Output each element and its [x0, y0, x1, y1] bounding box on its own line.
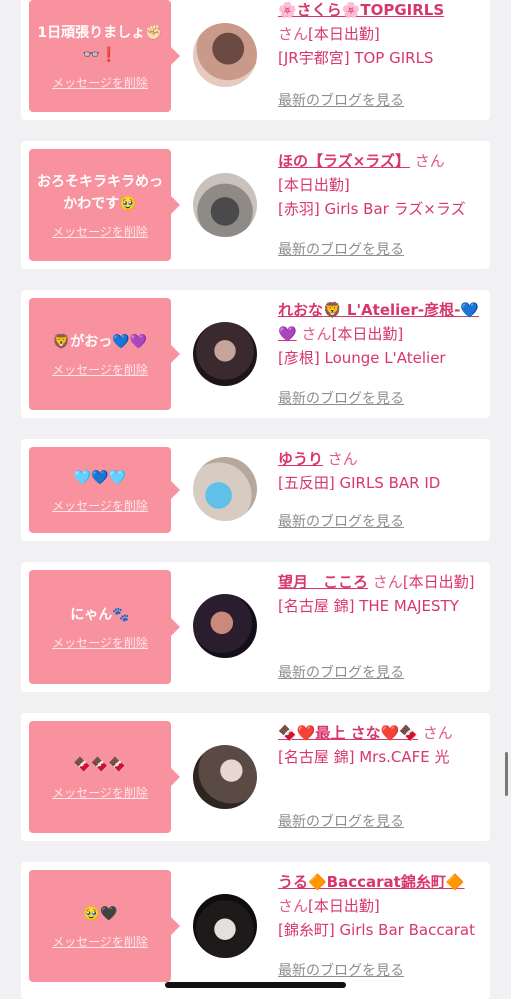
work-status: [本日出勤] [331, 325, 404, 343]
shop-name: [JR宇都宮] TOP GIRLS [278, 49, 434, 67]
delete-message-link[interactable]: メッセージを削除 [52, 634, 148, 651]
avatar[interactable] [193, 594, 257, 658]
cast-info: ゆうり さん [五反田] GIRLS BAR ID [278, 447, 483, 495]
message-text: 🍫🍫🍫 [73, 756, 127, 773]
honorific: さん [278, 25, 309, 43]
message-bubble: おろそキラキラめっかわです🥹 メッセージを削除 [29, 149, 180, 261]
favorite-card: 🥹🖤 メッセージを削除 うる🔶Baccarat錦糸町🔶 さん[本日出勤] [錦糸… [21, 862, 490, 999]
latest-blog-link[interactable]: 最新のブログを見る [278, 239, 404, 259]
favorite-card: にゃん🐾 メッセージを削除 望月 こころ さん[本日出勤] [名古屋 錦] TH… [21, 562, 490, 692]
message-text: 🥹🖤 [82, 905, 118, 922]
latest-blog-link[interactable]: 最新のブログを見る [278, 388, 404, 408]
message-text: 🦁がおっ💙💜 [52, 333, 148, 350]
cast-name-link[interactable]: ほの【ラズ×ラズ】 [278, 152, 410, 170]
cast-name-link[interactable]: 🍫❤️最上 さな❤️🍫 [278, 724, 418, 742]
work-status: [本日出勤] [308, 897, 380, 915]
delete-message-link[interactable]: メッセージを削除 [52, 223, 148, 240]
cast-name-link[interactable]: うる🔶Baccarat錦糸町🔶 [278, 873, 465, 891]
home-indicator[interactable] [165, 982, 346, 988]
honorific: さん [422, 724, 453, 742]
work-status: [本日出勤] [402, 573, 475, 591]
shop-name: [名古屋 錦] THE MAJESTY [278, 597, 459, 615]
cast-name-link[interactable]: 🌸さくら🌸TOPGIRLS [278, 1, 444, 19]
scrollbar[interactable] [505, 752, 508, 796]
avatar[interactable] [193, 894, 257, 958]
message-text: おろそキラキラめっかわです🥹 [37, 173, 163, 212]
honorific: さん [327, 450, 358, 468]
cast-info: れおな🦁 L'Atelier-彦根-💙💜 さん[本日出勤] [彦根] Loung… [278, 298, 483, 370]
delete-message-link[interactable]: メッセージを削除 [52, 74, 148, 91]
delete-message-link[interactable]: メッセージを削除 [52, 933, 148, 950]
latest-blog-link[interactable]: 最新のブログを見る [278, 811, 404, 831]
shop-name: [五反田] GIRLS BAR ID [278, 474, 441, 492]
message-bubble: 🥹🖤 メッセージを削除 [29, 870, 180, 982]
message-bubble: にゃん🐾 メッセージを削除 [29, 570, 180, 684]
work-status: [本日出勤] [308, 25, 380, 43]
honorific: さん [372, 573, 403, 591]
avatar[interactable] [193, 322, 257, 386]
delete-message-link[interactable]: メッセージを削除 [52, 361, 148, 378]
message-bubble: 🍫🍫🍫 メッセージを削除 [29, 721, 180, 833]
delete-message-link[interactable]: メッセージを削除 [52, 497, 148, 514]
work-status: [本日出勤] [278, 176, 350, 194]
message-bubble: 1日頑張りましょ✊🏻👓❗️ メッセージを削除 [29, 0, 180, 112]
favorite-card: 🍫🍫🍫 メッセージを削除 🍫❤️最上 さな❤️🍫 さん [名古屋 錦] Mrs.… [21, 713, 490, 841]
latest-blog-link[interactable]: 最新のブログを見る [278, 511, 404, 531]
latest-blog-link[interactable]: 最新のブログを見る [278, 960, 404, 980]
message-text: 🩵💙🩵 [73, 469, 127, 486]
favorite-card: 🦁がおっ💙💜 メッセージを削除 れおな🦁 L'Atelier-彦根-💙💜 さん[… [21, 290, 490, 418]
favorite-card: 1日頑張りましょ✊🏻👓❗️ メッセージを削除 🌸さくら🌸TOPGIRLS さん[… [21, 0, 490, 120]
latest-blog-link[interactable]: 最新のブログを見る [278, 662, 404, 682]
cast-info: うる🔶Baccarat錦糸町🔶 さん[本日出勤] [錦糸町] Girls Bar… [278, 870, 483, 942]
shop-name: [錦糸町] Girls Bar Baccarat [278, 921, 476, 939]
avatar[interactable] [193, 457, 257, 521]
honorific: さん [301, 325, 332, 343]
latest-blog-link[interactable]: 最新のブログを見る [278, 90, 404, 110]
delete-message-link[interactable]: メッセージを削除 [52, 784, 148, 801]
shop-name: [赤羽] Girls Bar ラズ×ラズ [278, 200, 466, 218]
cast-info: 🍫❤️最上 さな❤️🍫 さん [名古屋 錦] Mrs.CAFE 光 [278, 721, 483, 769]
honorific: さん [414, 152, 445, 170]
cast-info: 望月 こころ さん[本日出勤] [名古屋 錦] THE MAJESTY [278, 570, 483, 618]
message-bubble: 🩵💙🩵 メッセージを削除 [29, 447, 180, 533]
message-bubble: 🦁がおっ💙💜 メッセージを削除 [29, 298, 180, 410]
cast-info: 🌸さくら🌸TOPGIRLS さん[本日出勤] [JR宇都宮] TOP GIRLS [278, 0, 483, 70]
avatar[interactable] [193, 173, 257, 237]
avatar[interactable] [193, 23, 257, 87]
avatar[interactable] [193, 745, 257, 809]
favorite-card: おろそキラキラめっかわです🥹 メッセージを削除 ほの【ラズ×ラズ】 さん [本日… [21, 141, 490, 269]
favorite-card: 🩵💙🩵 メッセージを削除 ゆうり さん [五反田] GIRLS BAR ID 最… [21, 439, 490, 541]
cast-name-link[interactable]: 望月 こころ [278, 573, 368, 591]
cast-name-link[interactable]: ゆうり [278, 450, 323, 468]
message-text: 1日頑張りましょ✊🏻👓❗️ [37, 24, 163, 63]
shop-name: [彦根] Lounge L'Atelier [278, 349, 446, 367]
cast-info: ほの【ラズ×ラズ】 さん [本日出勤] [赤羽] Girls Bar ラズ×ラズ [278, 149, 483, 221]
message-text: にゃん🐾 [70, 606, 130, 623]
shop-name: [名古屋 錦] Mrs.CAFE 光 [278, 748, 450, 766]
honorific: さん [278, 897, 309, 915]
